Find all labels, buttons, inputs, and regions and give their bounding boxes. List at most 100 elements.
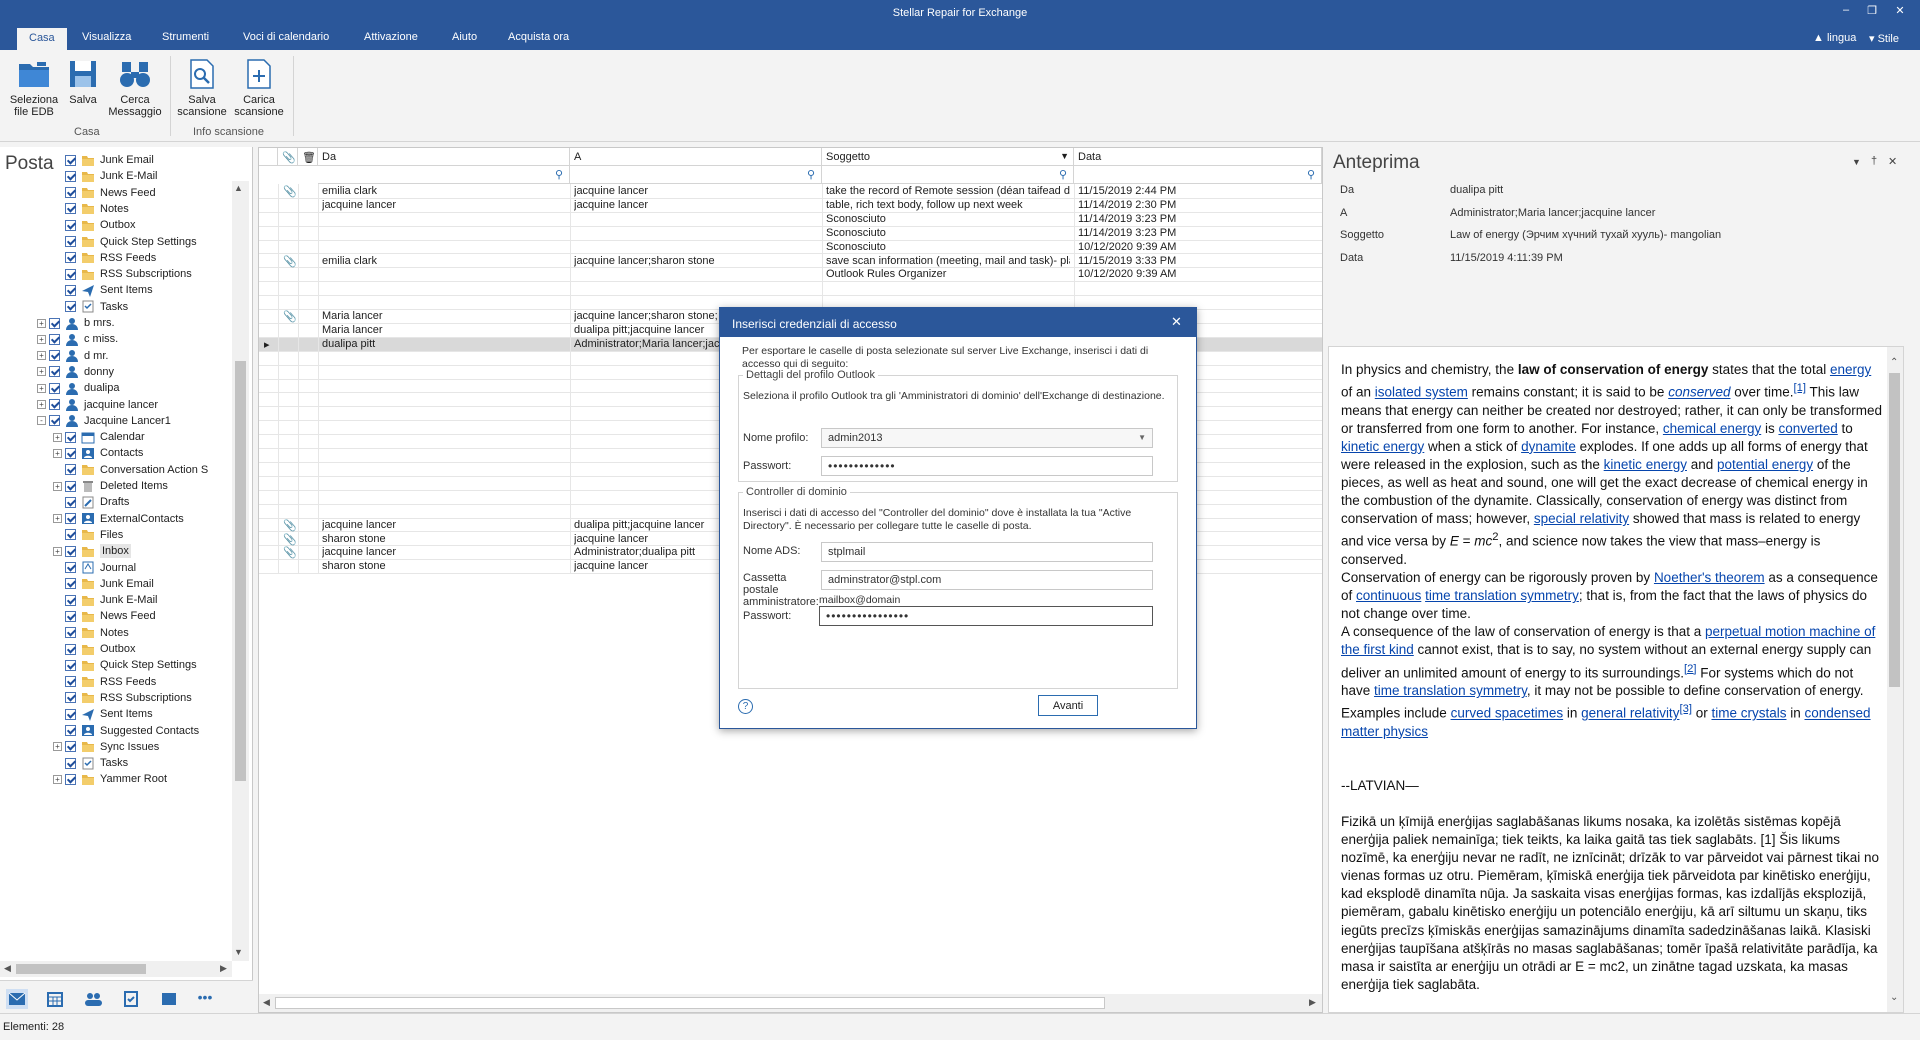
folder-checkbox[interactable] xyxy=(65,170,76,182)
filter-from[interactable]: ⚲ xyxy=(318,166,570,184)
scroll-left-icon[interactable]: ◀ xyxy=(4,963,11,974)
tree-spacer[interactable] xyxy=(53,612,62,621)
close-window-button[interactable]: ✕ xyxy=(1888,4,1912,22)
column-to[interactable]: A xyxy=(570,148,822,166)
scroll-right-icon[interactable]: ▶ xyxy=(1309,997,1316,1008)
scroll-thumb[interactable] xyxy=(235,361,246,781)
folder-checkbox[interactable] xyxy=(65,284,76,296)
scroll-down-icon[interactable]: ▼ xyxy=(234,947,243,957)
preview-scrollbar[interactable]: ⌃ ⌄ xyxy=(1887,347,1903,1012)
calendar-nav-button[interactable] xyxy=(44,989,66,1009)
message-row[interactable]: Sconosciuto 10/12/2020 9:39 AM xyxy=(259,241,1322,255)
more-nav-button[interactable]: ••• xyxy=(194,989,216,1009)
tree-spacer[interactable] xyxy=(53,628,62,637)
tab-voci-di-calendario[interactable]: Voci di calendario xyxy=(243,31,329,43)
folder-checkbox[interactable] xyxy=(65,757,76,769)
folder-checkbox[interactable] xyxy=(65,529,76,541)
folder-checkbox[interactable] xyxy=(65,659,76,671)
next-button[interactable]: Avanti xyxy=(1038,695,1098,716)
language-menu[interactable]: ▲ lingua xyxy=(1813,32,1856,44)
folder-checkbox[interactable] xyxy=(65,464,76,476)
tree-spacer[interactable] xyxy=(53,661,62,670)
folder-checkbox[interactable] xyxy=(65,643,76,655)
message-row[interactable]: 📎 emilia clark jacquine lancer;sharon ston… xyxy=(259,255,1322,269)
minimize-button[interactable]: – xyxy=(1834,4,1858,22)
folder-checkbox[interactable] xyxy=(65,578,76,590)
tree-spacer[interactable] xyxy=(53,172,62,181)
find-message-button[interactable]: Cerca Messaggio xyxy=(106,58,164,118)
pin-icon[interactable]: † xyxy=(1871,155,1877,167)
tree-spacer[interactable] xyxy=(53,270,62,279)
tree-spacer[interactable] xyxy=(53,710,62,719)
column-date[interactable]: Data xyxy=(1074,148,1322,166)
profile-password-field[interactable]: ••••••••••••• xyxy=(821,456,1153,476)
restore-button[interactable]: ❐ xyxy=(1860,4,1884,22)
tree-spacer[interactable] xyxy=(53,645,62,654)
folder-checkbox[interactable] xyxy=(65,496,76,508)
folder-checkbox[interactable] xyxy=(65,773,76,785)
expand-icon[interactable]: + xyxy=(37,400,46,409)
notes-nav-button[interactable] xyxy=(158,989,180,1009)
tree-spacer[interactable] xyxy=(53,579,62,588)
folder-checkbox[interactable] xyxy=(65,268,76,280)
folder-checkbox[interactable] xyxy=(65,219,76,231)
expand-icon[interactable]: + xyxy=(37,334,46,344)
tree-scrollbar[interactable]: ▲ ▼ xyxy=(232,181,249,961)
expand-icon[interactable]: + xyxy=(53,774,62,784)
hscroll-thumb[interactable] xyxy=(275,997,1105,1009)
chevron-down-icon[interactable]: ▼ xyxy=(1852,157,1861,167)
folder-checkbox[interactable] xyxy=(49,399,60,410)
select-edb-button[interactable]: Seleziona file EDB xyxy=(8,58,60,118)
folder-checkbox[interactable] xyxy=(65,610,76,622)
scroll-up-icon[interactable]: ⌃ xyxy=(1890,357,1898,368)
scroll-right-icon[interactable]: ▶ xyxy=(220,963,227,974)
search-icon[interactable]: ⚲ xyxy=(1059,168,1067,181)
message-row[interactable]: Outlook Rules Organizer 10/12/2020 9:39 A… xyxy=(259,268,1322,283)
folder-checkbox[interactable] xyxy=(65,154,76,166)
filter-subject[interactable]: ⚲ xyxy=(822,166,1074,184)
folder-checkbox[interactable] xyxy=(65,692,76,704)
search-icon[interactable]: ⚲ xyxy=(555,168,563,181)
folder-checkbox[interactable] xyxy=(65,545,76,557)
tree-spacer[interactable] xyxy=(53,188,62,197)
tree-spacer[interactable] xyxy=(53,286,62,295)
deleted-column-header[interactable]: 🗑 xyxy=(298,148,318,166)
search-icon[interactable]: ⚲ xyxy=(1307,168,1315,181)
save-scan-button[interactable]: Salva scansione xyxy=(176,58,228,118)
folder-checkbox[interactable] xyxy=(65,203,76,215)
scroll-thumb[interactable] xyxy=(1889,373,1900,687)
tree-spacer[interactable] xyxy=(53,465,62,474)
tree-spacer[interactable] xyxy=(53,237,62,246)
message-row[interactable]: Sconosciuto 11/14/2019 3:23 PM xyxy=(259,213,1322,227)
folder-checkbox[interactable] xyxy=(65,187,76,199)
mailbox-field[interactable]: adminstrator@stpl.com xyxy=(821,570,1153,590)
tree-spacer[interactable] xyxy=(53,302,62,311)
tree-spacer[interactable] xyxy=(53,596,62,605)
tree-spacer[interactable] xyxy=(53,156,62,165)
folder-checkbox[interactable] xyxy=(65,627,76,639)
tree-spacer[interactable] xyxy=(53,677,62,686)
dropdown-icon[interactable]: ▼ xyxy=(1060,151,1069,161)
message-row[interactable]: Sconosciuto 11/14/2019 3:23 PM xyxy=(259,227,1322,241)
column-subject[interactable]: Soggetto ▼ xyxy=(822,148,1074,166)
tree-spacer[interactable] xyxy=(53,693,62,702)
expand-icon[interactable]: + xyxy=(37,351,46,361)
tab-attivazione[interactable]: Attivazione xyxy=(364,31,418,43)
tree-hscrollbar[interactable]: ◀ ▶ xyxy=(0,961,232,977)
folder-checkbox[interactable] xyxy=(65,447,76,459)
collapse-icon[interactable]: - xyxy=(37,416,46,426)
tab-strumenti[interactable]: Strumenti xyxy=(162,31,209,43)
expand-icon[interactable]: + xyxy=(53,448,62,458)
message-row[interactable]: 📎 emilia clark jacquine lancer take the rec… xyxy=(259,185,1322,199)
tree-item[interactable]: + Yammer Root xyxy=(53,769,167,789)
folder-checkbox[interactable] xyxy=(65,480,76,492)
tab-aiuto[interactable]: Aiuto xyxy=(452,31,477,43)
attachment-column-header[interactable]: 📎 xyxy=(278,148,298,166)
expand-icon[interactable]: + xyxy=(53,742,62,752)
tab-casa[interactable]: Casa xyxy=(17,28,67,50)
tab-visualizza[interactable]: Visualizza xyxy=(82,31,131,43)
expand-icon[interactable]: + xyxy=(53,481,62,491)
close-preview-icon[interactable]: ✕ xyxy=(1888,155,1897,168)
scroll-left-icon[interactable]: ◀ xyxy=(263,997,270,1008)
filter-to[interactable]: ⚲ xyxy=(570,166,822,184)
